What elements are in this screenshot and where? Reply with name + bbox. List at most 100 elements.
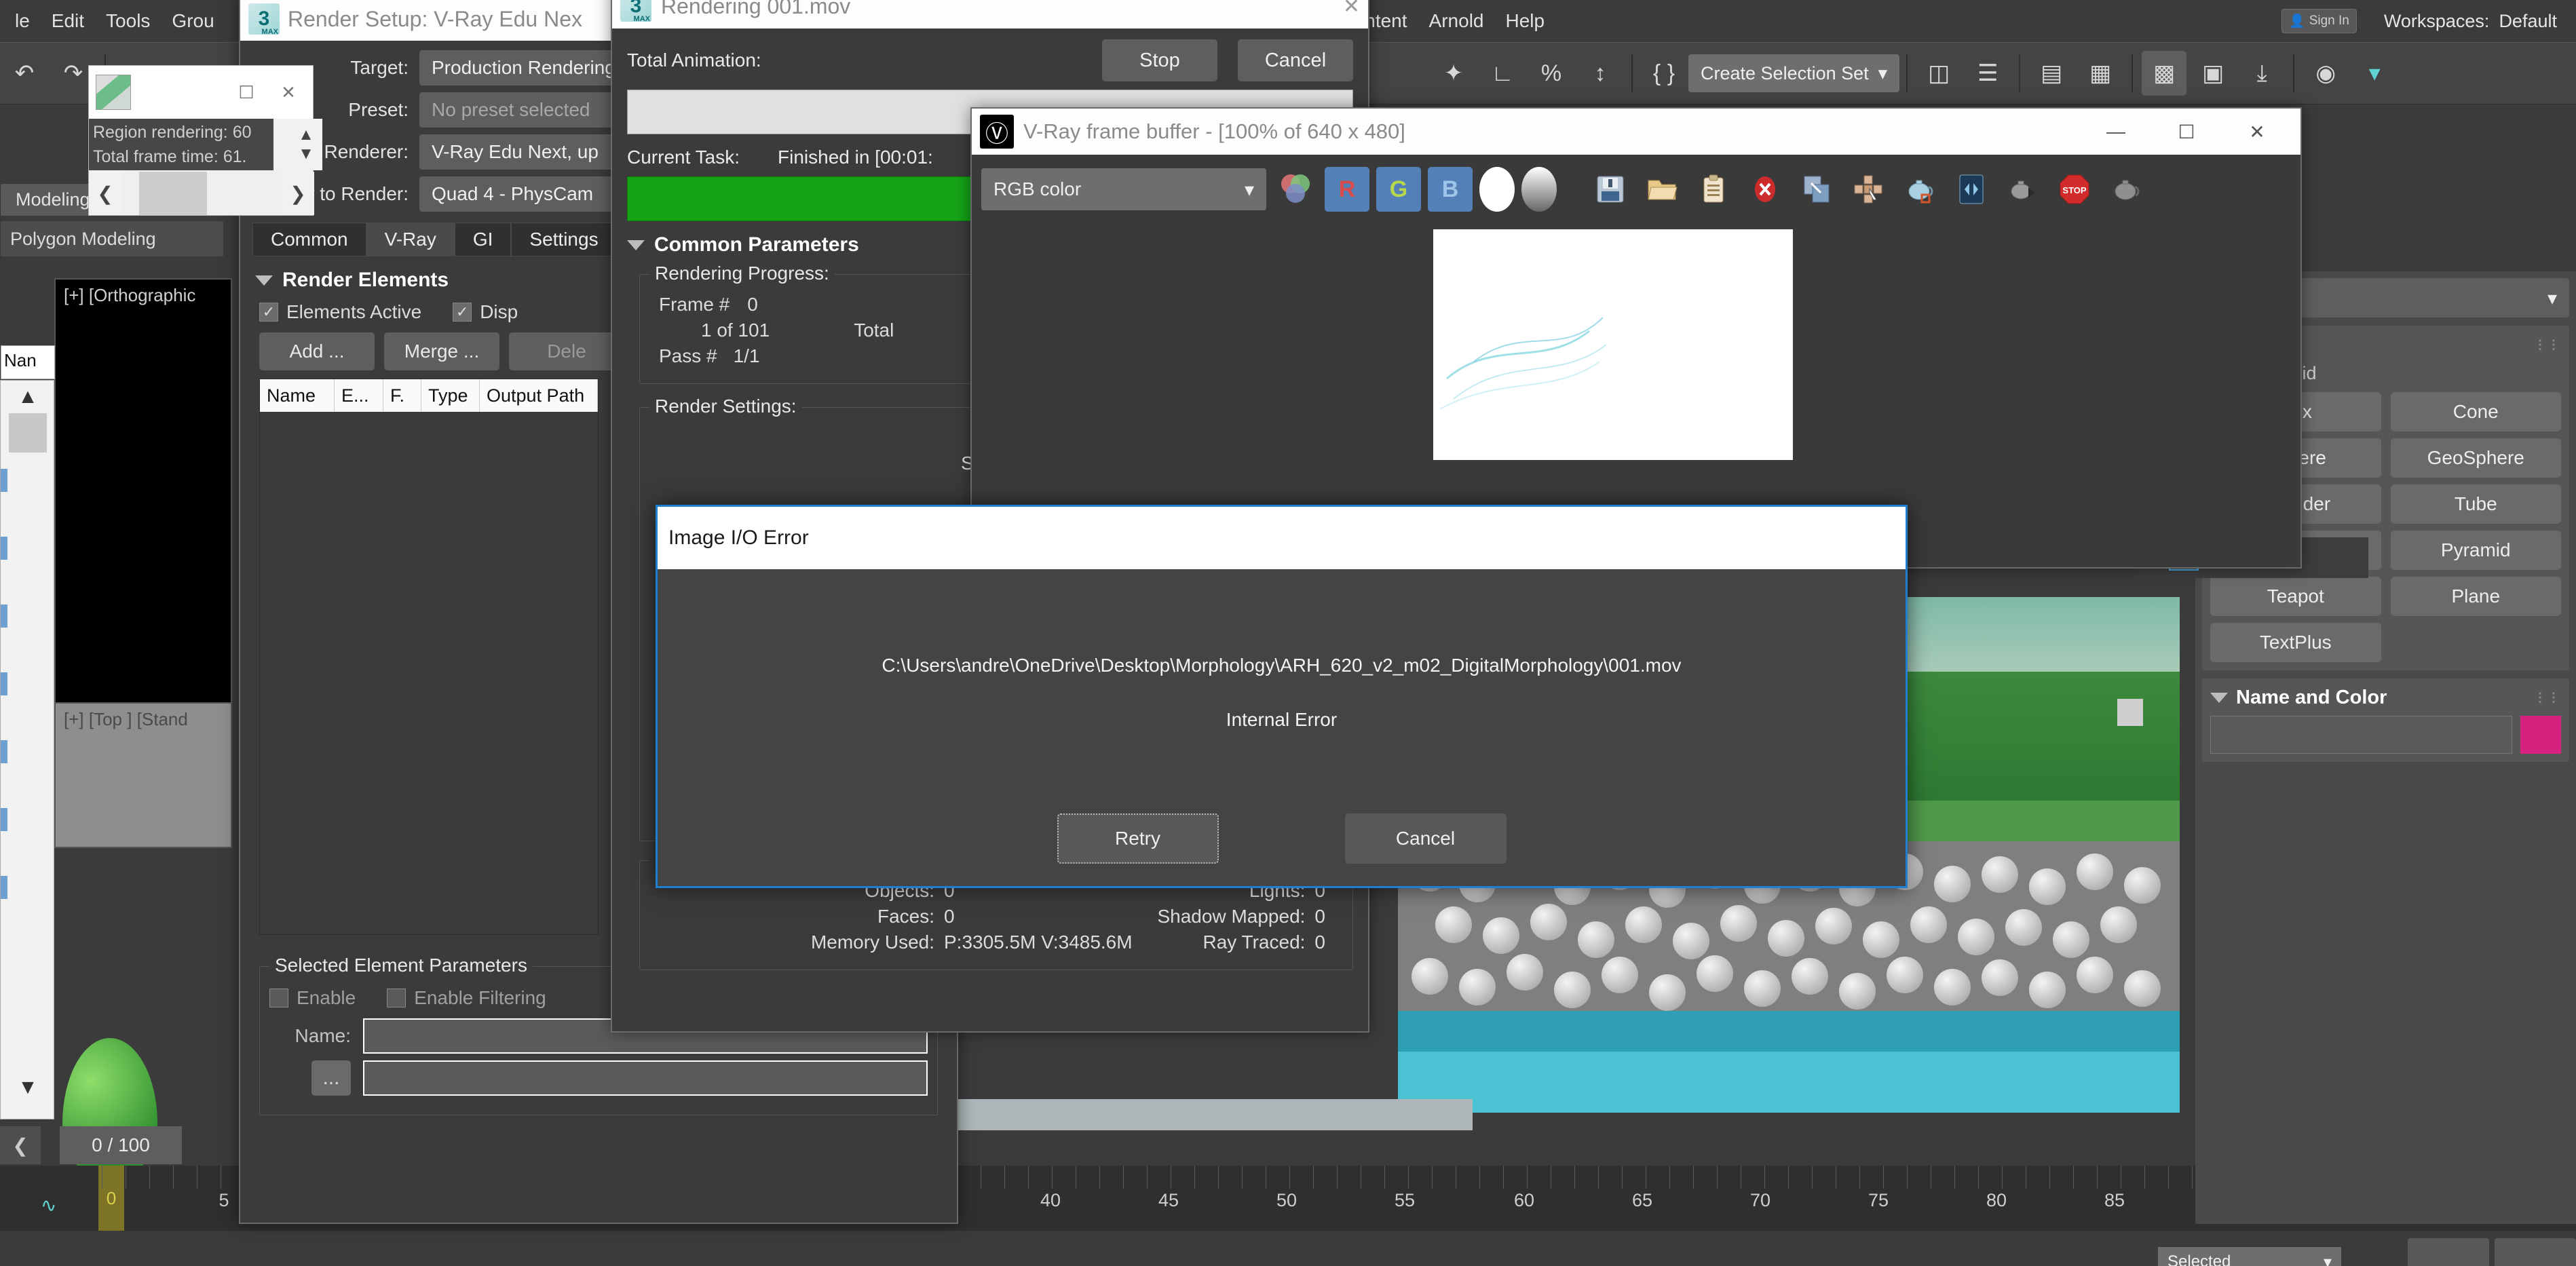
current-frame-field[interactable]: 0 / 100 xyxy=(60,1126,182,1164)
display-elements-checkbox[interactable]: ✓ Disp xyxy=(453,301,518,323)
maximize-icon[interactable]: ☐ xyxy=(229,75,264,110)
viewport-top-label[interactable]: [+] [Top ] [Stand xyxy=(64,709,188,730)
scroll-left-icon[interactable]: ❮ xyxy=(89,183,121,205)
mirror-icon[interactable]: ◫ xyxy=(1916,51,1961,96)
menu-item-tools[interactable]: Tools xyxy=(95,7,161,35)
align-icon[interactable]: ☰ xyxy=(1965,51,2010,96)
tab-vray[interactable]: V-Ray xyxy=(366,223,455,256)
element-path-input[interactable] xyxy=(363,1060,928,1096)
menu-item-file[interactable]: le xyxy=(4,7,41,35)
primitive-cone-button[interactable]: Cone xyxy=(2390,392,2561,431)
blue-channel-icon[interactable]: B xyxy=(1428,167,1473,212)
green-channel-icon[interactable]: G xyxy=(1376,167,1421,212)
add-element-button[interactable]: Add ... xyxy=(259,332,375,370)
scrollbar-thumb[interactable] xyxy=(9,413,47,453)
viewport-orthographic[interactable]: [+] [Orthographic xyxy=(54,278,232,719)
gray-ellipse-icon[interactable] xyxy=(1521,167,1557,212)
scroll-down-icon[interactable]: ▼ xyxy=(13,1073,43,1102)
teapot-icon[interactable] xyxy=(1897,167,1942,212)
named-selection-sets-icon[interactable]: { } xyxy=(1642,51,1686,96)
close-icon[interactable]: ✕ xyxy=(2222,109,2292,154)
auto-key-button[interactable] xyxy=(2495,1238,2576,1266)
viewport-side-handle[interactable] xyxy=(2117,699,2143,726)
menu-item-help[interactable]: Help xyxy=(1494,7,1555,35)
overflow-chevron-icon[interactable]: ▾ xyxy=(2352,51,2397,96)
elements-active-checkbox[interactable]: ✓ Elements Active xyxy=(259,301,421,323)
curve-editor-icon[interactable]: ∿ xyxy=(41,1194,56,1216)
render-setup-icon[interactable]: ▩ xyxy=(2142,51,2187,96)
channel-select-combo[interactable]: RGB color ▾ xyxy=(981,168,1266,210)
scroll-right-icon[interactable]: ❯ xyxy=(282,183,314,205)
mini-progress-title-bar[interactable]: ☐ ✕ xyxy=(89,66,313,119)
viewport-horizontal-scrollbar[interactable] xyxy=(957,1099,1473,1130)
menu-item-edit[interactable]: Edit xyxy=(41,7,95,35)
ribbon-panel-polygon-modeling[interactable]: Polygon Modeling xyxy=(0,220,224,257)
selection-filter-combo[interactable]: Selected ▾ xyxy=(2158,1247,2341,1266)
primitive-tube-button[interactable]: Tube xyxy=(2390,484,2561,524)
tab-common[interactable]: Common xyxy=(252,223,366,256)
rendered-frame-window-icon[interactable]: ▣ xyxy=(2191,51,2235,96)
red-channel-icon[interactable]: R xyxy=(1325,167,1369,212)
object-name-input[interactable] xyxy=(2210,716,2512,754)
primitive-teapot-button[interactable]: Teapot xyxy=(2210,577,2381,616)
create-selection-set-combo[interactable]: Create Selection Set ▾ xyxy=(1688,54,1900,92)
color-wheel-icon[interactable] xyxy=(1273,167,1318,212)
ab-compare-icon[interactable] xyxy=(1949,167,1994,212)
primitive-geosphere-button[interactable]: GeoSphere xyxy=(2390,438,2561,478)
viewport-orthographic-label[interactable]: [+] [Orthographic xyxy=(64,285,195,306)
minimize-icon[interactable]: — xyxy=(2081,109,2151,154)
stop-icon[interactable]: STOP xyxy=(2052,167,2097,212)
mini-progress-hscrollbar[interactable]: ❮ ❯ xyxy=(89,172,314,215)
merge-element-button[interactable]: Merge ... xyxy=(384,332,499,370)
tab-settings[interactable]: Settings xyxy=(511,223,617,256)
clipboard-icon[interactable] xyxy=(1691,167,1736,212)
spinner-up-icon[interactable]: ▲ xyxy=(298,126,314,145)
layer-explorer-icon[interactable]: ▤ xyxy=(2029,51,2074,96)
vfb-title-bar[interactable]: Ⓥ V-Ray frame buffer - [100% of 640 x 48… xyxy=(972,109,2300,155)
close-icon[interactable]: ✕ xyxy=(271,75,306,110)
teapot-gray-icon[interactable] xyxy=(2104,167,2148,212)
white-ellipse-icon[interactable] xyxy=(1479,167,1515,212)
rendering-title-bar[interactable]: 3 MAX Rendering 001.mov ✕ xyxy=(612,0,1368,28)
primitive-plane-button[interactable]: Plane xyxy=(2390,577,2561,616)
render-elements-table[interactable]: Name E... F. Type Output Path xyxy=(259,379,599,935)
render-production-icon[interactable]: ⤓ xyxy=(2239,51,2284,96)
material-editor-icon[interactable]: ◉ xyxy=(2303,51,2348,96)
menu-item-arnold[interactable]: Arnold xyxy=(1418,7,1495,35)
snaps-toggle-icon[interactable]: ✦ xyxy=(1431,51,1476,96)
scroll-track[interactable] xyxy=(121,172,282,215)
sign-in-button[interactable]: 👤 Sign In xyxy=(2281,9,2357,33)
percent-snap-icon[interactable]: % xyxy=(1529,51,1574,96)
object-color-swatch[interactable] xyxy=(2520,716,2561,754)
retry-button[interactable]: Retry xyxy=(1057,813,1219,864)
scroll-thumb[interactable] xyxy=(139,172,207,215)
primitive-pyramid-button[interactable]: Pyramid xyxy=(2390,531,2561,570)
clear-icon[interactable] xyxy=(1743,167,1787,212)
cancel-button[interactable]: Cancel xyxy=(1344,813,1507,864)
teapot-arrow-icon[interactable] xyxy=(2001,167,2045,212)
stop-render-button[interactable]: Stop xyxy=(1102,39,1217,81)
viewport-top[interactable]: [+] [Top ] [Stand xyxy=(54,702,232,848)
save-icon[interactable] xyxy=(1588,167,1633,212)
scene-explorer-icon[interactable]: ▦ xyxy=(2078,51,2123,96)
tab-gi[interactable]: GI xyxy=(454,223,512,256)
maximize-icon[interactable]: ☐ xyxy=(2151,109,2222,154)
io-error-title-bar[interactable]: Image I/O Error xyxy=(658,507,1906,569)
key-mode-button[interactable] xyxy=(2408,1238,2489,1266)
region-icon[interactable] xyxy=(1846,167,1891,212)
angle-snap-icon[interactable]: ∟ xyxy=(1480,51,1525,96)
spinner-down-icon[interactable]: ▼ xyxy=(298,145,314,164)
previous-frame-button[interactable]: ❮ xyxy=(0,1126,41,1164)
workspaces-value[interactable]: Default xyxy=(2499,11,2557,32)
duplicate-icon[interactable] xyxy=(1794,167,1839,212)
mini-progress-spinner[interactable]: ▲ ▼ xyxy=(290,119,322,170)
cancel-render-button[interactable]: Cancel xyxy=(1238,39,1353,81)
primitive-textplus-button[interactable]: TextPlus xyxy=(2210,623,2381,662)
name-and-color-header[interactable]: Name and Color ⋮⋮ xyxy=(2210,687,2561,709)
scene-explorer-name-column-header[interactable]: Nan xyxy=(1,345,55,379)
browse-path-button[interactable]: ... xyxy=(311,1060,351,1096)
scroll-up-icon[interactable]: ▲ xyxy=(13,382,43,412)
close-icon[interactable]: ✕ xyxy=(1343,0,1360,18)
menu-item-group[interactable]: Grou xyxy=(161,7,225,35)
undo-icon[interactable]: ↶ xyxy=(2,51,47,96)
